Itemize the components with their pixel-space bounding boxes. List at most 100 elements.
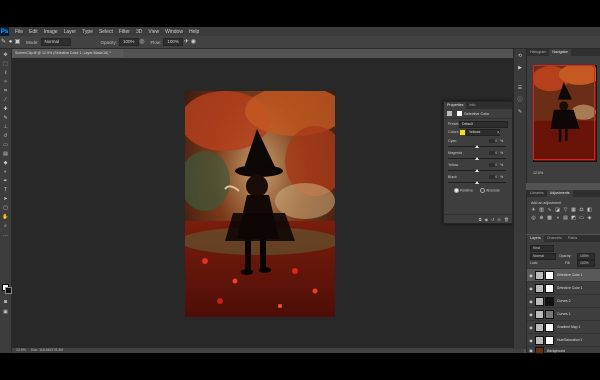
airbrush-icon[interactable]: ✈	[183, 39, 190, 46]
brush-tool-icon[interactable]: ✎	[0, 39, 7, 46]
layer-name[interactable]: Gradient Map 1	[557, 325, 580, 329]
layer-row[interactable]: ◉ Background	[527, 346, 600, 354]
layer-row[interactable]: ◉ Selective Color 1	[527, 281, 600, 294]
menu-select[interactable]: Select	[99, 29, 113, 35]
layer-name[interactable]: Curves 1	[557, 312, 571, 316]
layer-mask-thumbnail[interactable]	[545, 283, 554, 293]
gradient-tool-icon[interactable]: ▤	[2, 151, 9, 158]
lasso-tool-icon[interactable]: ℓ	[2, 70, 9, 77]
brush-settings-icon[interactable]: ✎	[517, 109, 523, 115]
blend-mode-select[interactable]: Normal	[530, 253, 556, 260]
eyedropper-tool-icon[interactable]: ⁄	[2, 97, 9, 104]
visibility-eye-icon[interactable]: ◉	[528, 325, 534, 330]
hand-tool-icon[interactable]: ✋	[2, 214, 9, 221]
dodge-tool-icon[interactable]: ◐	[2, 169, 9, 176]
posterize-icon[interactable]: ▤	[562, 215, 569, 222]
layer-name[interactable]: Curves 2	[557, 299, 571, 303]
layer-mask-thumbnail[interactable]	[545, 270, 554, 280]
navigator-zoom[interactable]: 12.5%	[533, 171, 543, 175]
layer-row[interactable]: ◉ Selective Color 1	[527, 268, 600, 281]
layer-filter-kind[interactable]: Kind	[530, 245, 554, 252]
tab-info[interactable]: Info	[466, 102, 478, 109]
tab-channels[interactable]: Channels	[544, 235, 565, 242]
move-tool-icon[interactable]: ✥	[2, 52, 9, 59]
cyan-slider-thumb[interactable]	[475, 145, 479, 148]
history-brush-tool-icon[interactable]: ↺	[2, 133, 9, 140]
channel-mixer-icon[interactable]: ⊕	[538, 215, 545, 222]
yellow-slider-thumb[interactable]	[475, 169, 479, 172]
menu-view[interactable]: View	[148, 29, 159, 35]
type-tool-icon[interactable]: T	[2, 187, 9, 194]
selective-color-icon[interactable]: ◈	[586, 215, 593, 222]
colors-select[interactable]: Yellows	[466, 129, 500, 136]
magenta-value[interactable]: 0	[489, 151, 497, 155]
pressure-size-icon[interactable]: ◉	[190, 39, 197, 46]
layer-name[interactable]: Selective Color 1	[557, 286, 583, 290]
relative-radio[interactable]	[454, 188, 459, 193]
document-photo[interactable]	[185, 91, 335, 317]
color-lookup-icon[interactable]: ▩	[546, 215, 553, 222]
gradient-map-icon[interactable]: ▭	[578, 215, 585, 222]
menu-filter[interactable]: Filter	[119, 29, 130, 35]
levels-icon[interactable]: ▥	[538, 207, 545, 214]
tab-histogram[interactable]: Histogram	[527, 49, 549, 56]
shape-tool-icon[interactable]: ▢	[2, 205, 9, 212]
visibility-eye-icon[interactable]: ◉	[528, 338, 534, 343]
tab-paths[interactable]: Paths	[565, 235, 580, 242]
layer-name[interactable]: Background	[547, 349, 565, 353]
pen-tool-icon[interactable]: ✒	[2, 178, 9, 185]
curves-icon[interactable]: ∿	[546, 207, 553, 214]
exposure-icon[interactable]: ◪	[554, 207, 561, 214]
layer-mask-thumbnail[interactable]	[545, 309, 554, 319]
more-tools-icon[interactable]: …	[2, 232, 9, 239]
visibility-eye-icon[interactable]: ◉	[528, 286, 534, 291]
relative-option[interactable]: Relative	[454, 188, 473, 193]
tab-properties[interactable]: Properties	[444, 102, 467, 109]
fill-input[interactable]: 100%	[577, 260, 595, 267]
vibrance-icon[interactable]: ▽	[562, 207, 569, 214]
black-value[interactable]: 0	[489, 175, 497, 179]
layers-opacity-input[interactable]: 100%	[577, 253, 595, 260]
eraser-tool-icon[interactable]: ▭	[2, 142, 9, 149]
delete-icon[interactable]: 🗑	[504, 217, 509, 222]
properties-icon[interactable]: ☰	[517, 85, 523, 91]
hue-saturation-icon[interactable]: ▦	[570, 207, 577, 214]
tab-navigator[interactable]: Navigator	[549, 49, 571, 56]
layer-name[interactable]: Hue/Saturation 1	[557, 338, 582, 342]
screen-mode-icon[interactable]: ▣	[2, 309, 9, 316]
clip-to-layer-icon[interactable]: ⧉	[479, 217, 482, 222]
absolute-radio[interactable]	[480, 188, 485, 193]
mode-select[interactable]: Normal	[40, 38, 71, 46]
brush-preset-picker-icon[interactable]: ●	[7, 39, 14, 46]
reset-icon[interactable]: ↺	[491, 217, 494, 222]
healing-tool-icon[interactable]: ✚	[2, 106, 9, 113]
crop-tool-icon[interactable]: ⌗	[2, 88, 9, 95]
menu-3d[interactable]: 3D	[136, 29, 142, 35]
flow-input[interactable]: 100%	[163, 38, 183, 46]
background-color-swatch[interactable]	[5, 287, 12, 294]
zoom-tool-icon[interactable]: ⌕	[2, 223, 9, 230]
path-select-tool-icon[interactable]: ➤	[2, 196, 9, 203]
menu-file[interactable]: File	[15, 29, 23, 35]
threshold-icon[interactable]: ◩	[570, 215, 577, 222]
blur-tool-icon[interactable]: ◆	[2, 160, 9, 167]
black-slider-thumb[interactable]	[475, 181, 479, 184]
layer-row[interactable]: ◉ Curves 2	[527, 294, 600, 307]
photo-filter-icon[interactable]: ◎	[530, 215, 537, 222]
layer-row[interactable]: ◉ Hue/Saturation 1	[527, 333, 600, 346]
view-previous-icon[interactable]: ◉	[485, 217, 489, 222]
marquee-tool-icon[interactable]: ⬚	[2, 61, 9, 68]
tab-layers[interactable]: Layers	[527, 235, 544, 242]
layer-mask-icon[interactable]	[457, 111, 462, 116]
visibility-eye-icon[interactable]: ◉	[528, 299, 534, 304]
absolute-option[interactable]: Absolute	[480, 188, 500, 193]
menu-image[interactable]: Image	[44, 29, 58, 35]
layer-name[interactable]: Selective Color 1	[557, 273, 583, 277]
actions-icon[interactable]: ▶	[517, 65, 523, 71]
brush-tool-icon[interactable]: ✎	[2, 115, 9, 122]
layer-row[interactable]: ◉ Gradient Map 1	[527, 320, 600, 333]
quick-mask-icon[interactable]: ◙	[2, 299, 9, 306]
menu-layer[interactable]: Layer	[64, 29, 77, 35]
layer-mask-thumbnail[interactable]	[545, 296, 554, 306]
preset-select[interactable]: Default	[459, 121, 508, 128]
